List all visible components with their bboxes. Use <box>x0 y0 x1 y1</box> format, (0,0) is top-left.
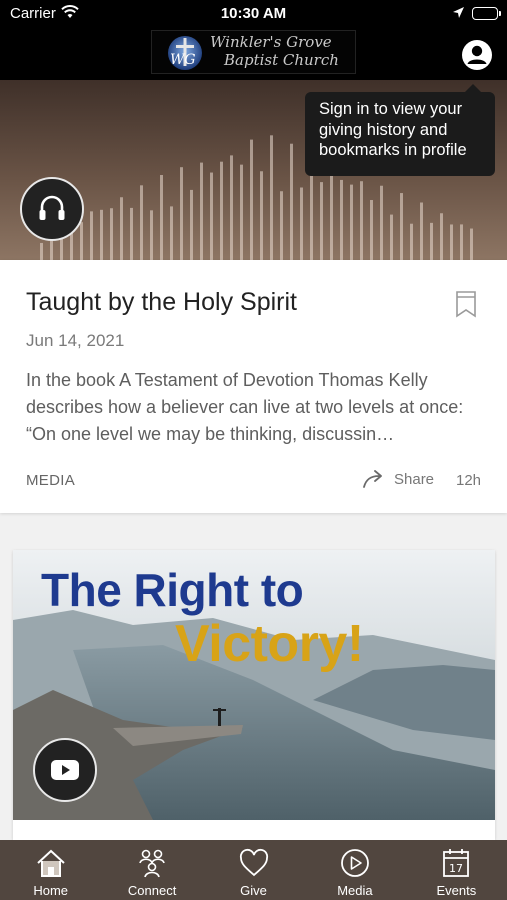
video-title-line1: The Right to <box>41 564 304 616</box>
waveform-bar <box>470 228 473 260</box>
audio-play-button[interactable] <box>20 177 84 241</box>
bookmark-icon[interactable] <box>455 290 477 323</box>
share-label: Share <box>394 470 435 488</box>
waveform-bar <box>410 223 413 260</box>
video-play-button[interactable] <box>33 738 97 802</box>
waveform-bar <box>40 242 43 260</box>
waveform-bar <box>400 193 403 260</box>
headphones-icon <box>39 195 65 220</box>
calendar-icon: 17 <box>443 849 470 877</box>
waveform-bar <box>370 200 373 260</box>
waveform-bar <box>190 189 193 260</box>
heart-icon <box>239 848 268 877</box>
waveform-bar <box>150 210 153 260</box>
waveform-bar <box>230 155 233 260</box>
waveform-bar <box>180 167 183 260</box>
waveform-bar <box>250 139 253 260</box>
waveform-bar <box>260 171 263 260</box>
tab-give[interactable]: Give <box>203 840 304 900</box>
profile-button[interactable] <box>462 40 492 70</box>
logo-line1: Winkler's Grove <box>210 33 332 51</box>
user-icon <box>467 45 487 64</box>
waveform-bar <box>440 213 443 260</box>
logo-line2: Baptist Church <box>224 51 339 69</box>
waveform-bar <box>430 222 433 260</box>
waveform-bar <box>390 214 393 260</box>
sermon-card[interactable]: Taught by the Holy Spirit Jun 14, 2021 I… <box>0 260 507 513</box>
waveform-bar <box>320 182 323 260</box>
play-circle-icon <box>341 849 369 877</box>
video-card[interactable]: The Right to Victory! <box>13 550 495 840</box>
logo-emblem-icon: WG <box>168 36 202 70</box>
home-icon <box>37 849 65 877</box>
waveform-bar <box>160 175 163 260</box>
waveform-bar <box>300 187 303 260</box>
waveform-bar <box>240 164 243 260</box>
tab-connect[interactable]: Connect <box>101 840 202 900</box>
sign-in-tooltip[interactable]: Sign in to view your giving history and … <box>305 84 495 176</box>
waveform-bar <box>380 185 383 260</box>
logo-monogram: WG <box>170 52 196 68</box>
tab-events[interactable]: 17 Events <box>406 840 507 900</box>
waveform-bar <box>420 202 423 260</box>
waveform-bar <box>450 224 453 260</box>
tab-events-label: Events <box>436 883 477 898</box>
waveform-bar <box>140 185 143 260</box>
card-date: Jun 14, 2021 <box>26 331 125 350</box>
waveform-bar <box>200 162 203 260</box>
waveform-bar <box>90 211 93 260</box>
waveform-bar <box>130 207 133 260</box>
tab-media-label: Media <box>337 883 373 898</box>
waveform-bar <box>360 181 363 260</box>
svg-text:17: 17 <box>449 862 463 875</box>
tab-connect-label: Connect <box>127 883 177 898</box>
content-type-label: MEDIA <box>26 472 76 489</box>
waveform-bar <box>290 143 293 260</box>
waveform-bar <box>100 209 103 260</box>
card-title[interactable]: Taught by the Holy Spirit <box>26 288 297 317</box>
youtube-play-icon <box>51 760 79 780</box>
waveform-bar <box>120 197 123 260</box>
waveform-bar <box>210 172 213 260</box>
logo-text: Winkler's Grove Baptist Church <box>210 33 339 69</box>
share-arrow-icon <box>363 470 382 488</box>
waveform-bar <box>460 224 463 260</box>
tab-media[interactable]: Media <box>304 840 405 900</box>
share-button[interactable]: Share <box>362 467 434 491</box>
tab-home[interactable]: Home <box>0 840 101 900</box>
people-icon <box>139 849 165 878</box>
card-description: In the book A Testament of Devotion Thom… <box>26 370 464 444</box>
church-logo[interactable]: WG Winkler's Grove Baptist Church <box>151 30 356 74</box>
waveform-bar <box>270 135 273 260</box>
tab-home-label: Home <box>33 883 69 898</box>
waveform-bar <box>220 161 223 260</box>
battery-icon <box>472 7 501 20</box>
status-bar: Carrier 10:30 AM <box>0 0 507 28</box>
waveform-bar <box>330 169 333 260</box>
waveform-bar <box>170 206 173 260</box>
video-title-line2: Victory! <box>175 615 364 673</box>
post-age: 12h <box>456 472 482 489</box>
bottom-tab-bar: Home Connect Give Media 17 Events <box>0 840 507 900</box>
location-arrow-icon <box>452 6 465 23</box>
clock: 10:30 AM <box>220 5 287 22</box>
tab-give-label: Give <box>240 883 267 898</box>
waveform-bar <box>110 208 113 260</box>
app-screen: Carrier 10:30 AM WG Winkler's Grove Bapt… <box>0 0 507 900</box>
waveform-bar <box>280 191 283 260</box>
waveform-bar <box>350 184 353 260</box>
app-header: Carrier 10:30 AM WG Winkler's Grove Bapt… <box>0 0 507 80</box>
waveform-bar <box>340 179 343 260</box>
